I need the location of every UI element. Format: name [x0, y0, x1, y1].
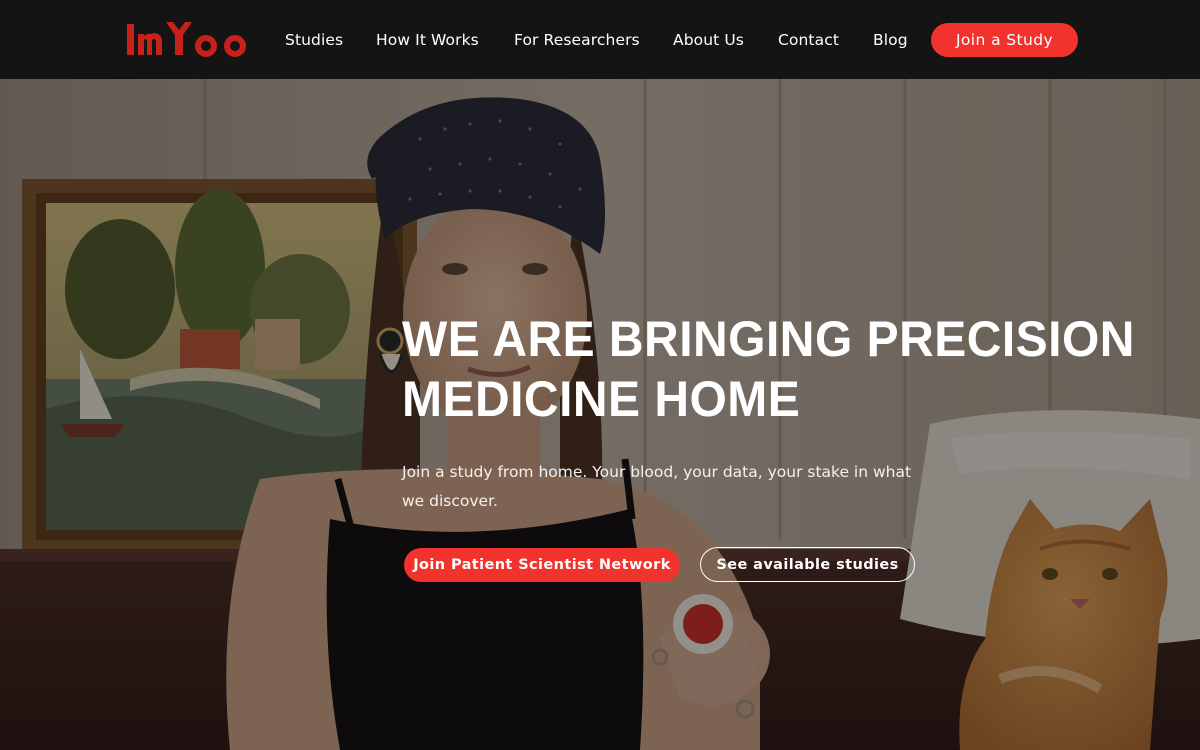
hero-subtitle: Join a study from home. Your blood, your…: [402, 458, 942, 516]
hero-section: WE ARE BRINGING PRECISION MEDICINE HOME …: [0, 79, 1200, 750]
hero-headline-line-1: WE ARE BRINGING PRECISION: [402, 311, 1135, 367]
hero-subtitle-line-1: Join a study from home. Your blood, your…: [402, 463, 912, 481]
nav-item-about-us[interactable]: About Us: [673, 29, 744, 51]
nav-item-how-it-works[interactable]: How It Works: [376, 29, 479, 51]
see-available-studies-button[interactable]: See available studies: [700, 547, 915, 582]
site-header: Studies How It Works For Researchers Abo…: [0, 0, 1200, 79]
join-a-study-button[interactable]: Join a Study: [931, 23, 1078, 57]
hero-headline: WE ARE BRINGING PRECISION MEDICINE HOME: [402, 309, 1135, 429]
nav-item-blog[interactable]: Blog: [873, 29, 908, 51]
nav-item-contact[interactable]: Contact: [778, 29, 839, 51]
hero-headline-line-2: MEDICINE HOME: [402, 371, 801, 427]
join-patient-scientist-network-button[interactable]: Join Patient Scientist Network: [404, 548, 680, 582]
nav-item-studies[interactable]: Studies: [285, 29, 343, 51]
imyoo-logo[interactable]: [125, 20, 257, 58]
nav-item-for-researchers[interactable]: For Researchers: [514, 29, 640, 51]
hero-subtitle-line-2: we discover.: [402, 492, 498, 510]
